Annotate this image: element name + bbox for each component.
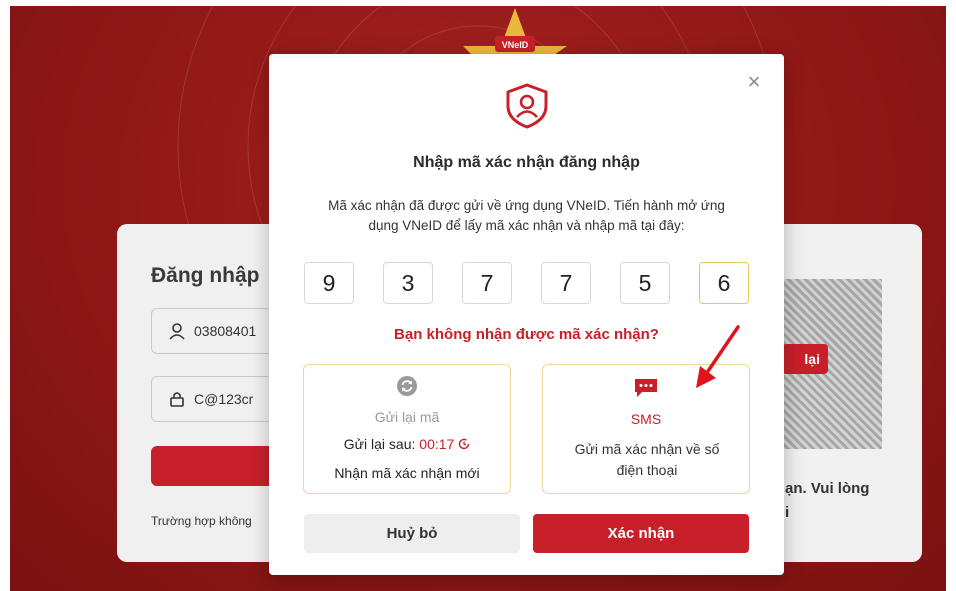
password-value: C@123cr: [194, 391, 254, 407]
lock-icon: [170, 392, 184, 407]
otp-digit-1[interactable]: 9: [304, 262, 354, 304]
clock-icon: [459, 438, 470, 450]
confirm-button[interactable]: Xác nhận: [533, 514, 749, 553]
otp-digit-3[interactable]: 7: [462, 262, 512, 304]
resend-code-option[interactable]: Gửi lại mã Gửi lại sau: 00:17 Nhận mã xá…: [303, 364, 511, 494]
sms-description: Gửi mã xác nhận về số điện thoại: [574, 441, 720, 478]
login-title: Đăng nhập: [151, 264, 260, 287]
modal-description: Mã xác nhận đã được gửi về ứng dụng VNeI…: [328, 198, 725, 233]
otp-digit-4[interactable]: 7: [541, 262, 591, 304]
otp-input-group: 9 3 7 7 5 6: [304, 262, 750, 304]
resend-timer: Gửi lại sau: 00:17: [304, 436, 510, 452]
resend-timer-value: 00:17: [419, 436, 455, 452]
refresh-icon: [397, 376, 417, 396]
side-text-line1: ạn. Vui lòng: [785, 480, 870, 497]
otp-digit-6[interactable]: 6: [699, 262, 749, 304]
qr-refresh-button[interactable]: lại: [782, 344, 828, 374]
logo-text: VNeID: [502, 40, 529, 50]
resend-timer-prefix: Gửi lại sau:: [343, 436, 416, 452]
side-text-line2: i: [785, 504, 790, 521]
close-button[interactable]: ×: [744, 71, 764, 93]
cancel-button[interactable]: Huỷ bỏ: [304, 514, 520, 553]
modal-title: Nhập mã xác nhận đăng nhập: [413, 154, 640, 171]
otp-digit-2[interactable]: 3: [383, 262, 433, 304]
username-value: 03808401: [194, 323, 257, 339]
user-icon: [169, 323, 185, 340]
shield-user-icon: [506, 83, 548, 129]
login-help-text: Trường hợp không: [151, 514, 252, 528]
sms-label: SMS: [630, 411, 662, 427]
verification-modal: × Nhập mã xác nhận đăng nhập Mã xác nhận…: [269, 54, 784, 575]
resend-code-subtitle: Nhận mã xác nhận mới: [334, 465, 480, 481]
annotation-arrow-icon: [696, 325, 740, 388]
resend-code-label: Gửi lại mã: [374, 409, 440, 425]
sms-chat-icon: [635, 379, 657, 397]
otp-digit-5[interactable]: 5: [620, 262, 670, 304]
